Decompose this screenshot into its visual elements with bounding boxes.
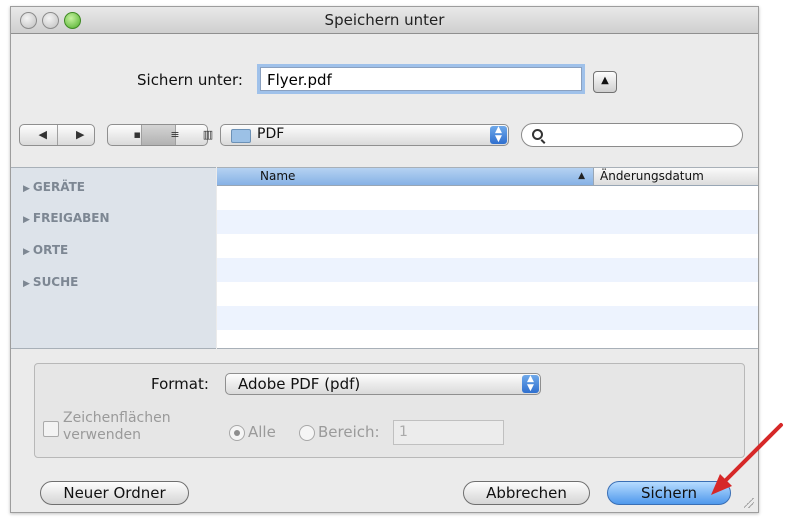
radio-all[interactable]: [229, 425, 245, 441]
sort-ascending-icon: ▲: [578, 171, 585, 181]
filename-input[interactable]: Flyer.pdf: [260, 67, 582, 91]
radio-all-label: Alle: [248, 423, 276, 441]
artboards-checkbox[interactable]: [43, 421, 59, 437]
disclosure-triangle-icon: ▶: [23, 184, 30, 194]
title-bar[interactable]: Speichern unter: [11, 7, 758, 34]
list-header: Name ▲ Änderungsdatum: [217, 168, 758, 186]
list-row: [217, 258, 758, 282]
column-header-name[interactable]: Name ▲: [217, 168, 594, 185]
icon-view-button[interactable]: ▪▪: [108, 125, 148, 145]
save-button[interactable]: Sichern: [607, 481, 731, 505]
view-mode-selector: ▪▪ ≡ ▥: [107, 124, 213, 146]
window-title: Speichern unter: [324, 11, 445, 29]
location-popup[interactable]: PDF ▲ ▼: [220, 124, 509, 146]
format-value: Adobe PDF (pdf): [238, 375, 361, 393]
arrow-left-icon: ◀: [38, 128, 47, 141]
forward-button[interactable]: ▶: [58, 125, 94, 145]
location-label: PDF: [257, 126, 285, 142]
disclosure-triangle-icon: ▶: [23, 247, 30, 257]
disclosure-triangle-icon: ▶: [23, 279, 30, 289]
back-forward-buttons: ◀ ▶: [19, 124, 95, 146]
disclosure-triangle-icon: ▶: [23, 215, 30, 225]
arrow-right-icon: ▶: [76, 128, 85, 141]
sidebar-item-places[interactable]: ▶ ORTE: [23, 243, 68, 257]
new-folder-button[interactable]: Neuer Ordner: [40, 481, 189, 505]
sidebar-item-shared[interactable]: ▶ FREIGABEN: [23, 211, 110, 225]
search-field[interactable]: [521, 123, 743, 147]
expand-dialog-button[interactable]: ▲: [593, 71, 617, 93]
sidebar-item-devices[interactable]: ▶ GERÄTE: [23, 180, 85, 194]
format-select[interactable]: Adobe PDF (pdf) ▲ ▼: [225, 373, 541, 395]
folder-icon: [231, 129, 251, 143]
format-label: Format:: [151, 375, 209, 393]
column-header-date[interactable]: Änderungsdatum: [594, 168, 758, 185]
column-view-button[interactable]: ▥: [175, 125, 213, 145]
back-button[interactable]: ◀: [20, 125, 58, 145]
save-dialog: Speichern unter Sichern unter: Flyer.pdf…: [10, 6, 759, 513]
range-input[interactable]: 1: [393, 420, 504, 445]
resize-grip-icon[interactable]: [744, 498, 754, 508]
popup-arrows-icon: ▲ ▼: [490, 126, 507, 144]
radio-range[interactable]: [299, 425, 315, 441]
list-row: [217, 306, 758, 330]
search-icon: [532, 129, 543, 140]
radio-range-label: Bereich:: [318, 423, 380, 441]
popup-arrows-icon: ▲ ▼: [522, 375, 539, 393]
file-list[interactable]: Name ▲ Änderungsdatum: [217, 167, 758, 349]
save-as-label: Sichern unter:: [137, 71, 243, 89]
list-row: [217, 210, 758, 234]
triangle-up-icon: ▲: [601, 75, 609, 86]
list-view-button[interactable]: ≡: [142, 125, 180, 145]
sidebar: ▶ GERÄTE ▶ FREIGABEN ▶ ORTE ▶ SUCHE: [11, 167, 216, 349]
artboards-label: Zeichenflächen verwenden: [63, 410, 171, 443]
cancel-button[interactable]: Abbrechen: [463, 481, 590, 505]
sidebar-item-search[interactable]: ▶ SUCHE: [23, 275, 78, 289]
